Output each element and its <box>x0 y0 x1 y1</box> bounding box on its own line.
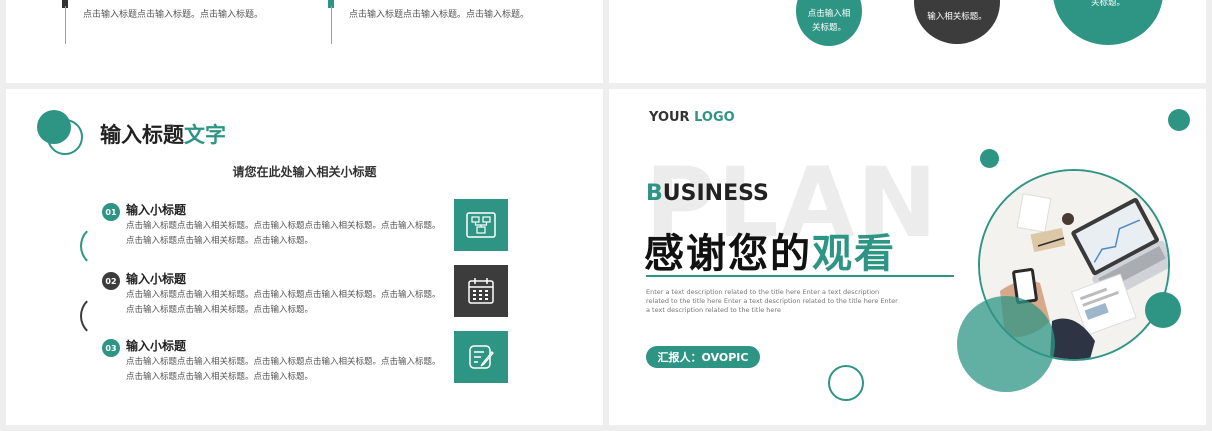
thank-you-heading: 感谢您的观看 <box>644 231 896 277</box>
item-body: 点击输入标题点击输入相关标题。点击输入标题点击输入相关标题。点击输入标题。点击输… <box>126 221 441 246</box>
timeline-line <box>331 6 332 44</box>
decorative-translucent-circle <box>957 296 1055 392</box>
slide-thank-you: YOUR LOGO PLAN BUSINESS 感谢您的观看 Enter a t… <box>609 89 1206 425</box>
item-number-badge: 03 <box>102 339 120 357</box>
heading-underline <box>646 275 954 277</box>
business-heading: BUSINESS <box>646 181 769 206</box>
decorative-dot <box>1145 292 1181 328</box>
description-text: Enter a text description related to the … <box>646 288 898 314</box>
timeline-text: 点击输入标题点击输入标题。点击输入标题。 <box>349 10 530 20</box>
calendar-icon <box>468 278 494 304</box>
item-number-badge: 01 <box>102 203 120 221</box>
icon-box <box>454 331 508 383</box>
reporter-badge: 汇报人：OVOPIC <box>646 346 760 368</box>
decorative-ring <box>828 365 864 401</box>
teal-circle: 点击输入相关标题。 <box>796 0 862 46</box>
circle-text: 关标题。 <box>1090 0 1125 8</box>
decorative-arc <box>80 224 124 268</box>
decorative-dot <box>980 149 999 168</box>
teal-circle: 关标题。 <box>1053 0 1163 45</box>
icon-box <box>454 199 508 251</box>
slide-title: 输入标题文字 <box>100 123 226 147</box>
timeline-line <box>65 6 66 44</box>
decorative-arc <box>80 294 124 338</box>
edit-document-icon <box>469 345 494 369</box>
slide-subtitle: 请您在此处输入相关小标题 <box>232 165 377 179</box>
slide-timeline-partial: 点击输入标题点击输入标题。点击输入标题。 点击输入标题点击输入标题。点击输入标题… <box>6 0 603 83</box>
item-title: 输入小标题 <box>126 272 187 286</box>
circle-text: 点击输入相关标题。 <box>807 9 851 33</box>
item-body: 点击输入标题点击输入相关标题。点击输入标题点击输入相关标题。点击输入标题。点击输… <box>126 357 441 382</box>
decorative-dot <box>1168 109 1190 131</box>
item-title: 输入小标题 <box>126 203 187 217</box>
flowchart-icon <box>466 212 496 238</box>
dark-circle: 输入相关标题。 <box>914 0 1000 44</box>
circle-text: 输入相关标题。 <box>927 12 987 22</box>
item-title: 输入小标题 <box>126 339 187 353</box>
slide-circles-partial: 点击输入相关标题。 输入相关标题。 关标题。 <box>609 0 1206 83</box>
icon-box <box>454 265 508 317</box>
item-number-badge: 02 <box>102 272 120 290</box>
timeline-text: 点击输入标题点击输入标题。点击输入标题。 <box>83 10 264 20</box>
logo-text: YOUR LOGO <box>649 110 735 125</box>
slide-title-list: 输入标题文字 请您在此处输入相关小标题 01 输入小标题 点击输入标题点击输入相… <box>6 89 603 425</box>
item-body: 点击输入标题点击输入相关标题。点击输入标题点击输入相关标题。点击输入标题。点击输… <box>126 290 441 315</box>
